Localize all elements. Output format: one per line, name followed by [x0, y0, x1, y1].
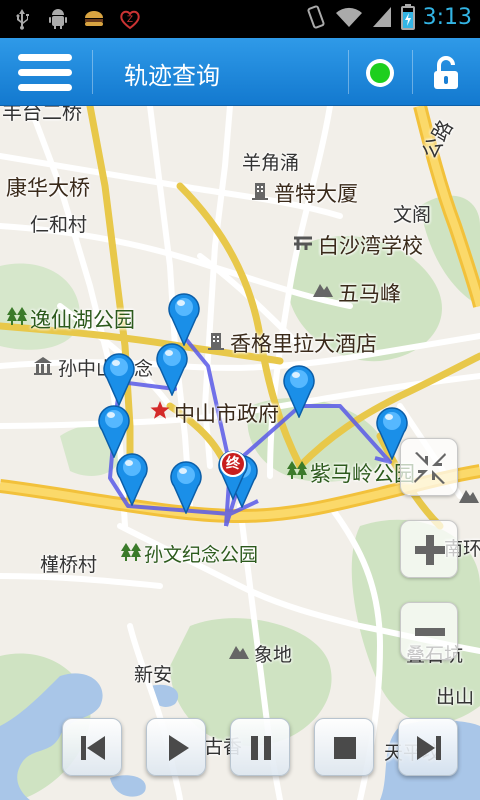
clock: 3:13 [422, 4, 472, 30]
map-label-guiqiao: 槿桥村 [40, 554, 98, 576]
skip-next-icon [417, 736, 441, 760]
status-bar: Z 3:13 [0, 0, 480, 38]
app-screen: Z 3:13 轨迹查询 丰台二桥 康华大桥 仁和村 羊角涌 普特大厦 文阁 白沙… [0, 0, 480, 800]
end-pin-label: 终 [226, 456, 240, 472]
memorial-icon [34, 357, 52, 375]
location-pin-icon[interactable] [167, 292, 201, 346]
location-pin-icon[interactable] [97, 404, 131, 458]
pause-icon [251, 736, 271, 760]
divider [92, 50, 93, 94]
play-icon [169, 735, 189, 761]
collapse-icon [414, 452, 446, 484]
burger-app-icon [85, 11, 103, 26]
park-icon [121, 543, 141, 561]
page-title: 轨迹查询 [124, 62, 220, 90]
map-label-pute: 普特大厦 [274, 182, 358, 206]
map-label-renhe: 仁和村 [30, 214, 88, 236]
park-icon [7, 307, 27, 325]
svg-text:Z: Z [127, 15, 133, 25]
skip-next-button[interactable] [398, 718, 458, 776]
map-label-yixian-park: 逸仙湖公园 [30, 308, 135, 332]
zoom-out-button[interactable] [400, 602, 458, 660]
map-label-chushan: 出山 [436, 686, 475, 708]
status-indicator [370, 63, 390, 83]
android-debug-icon [49, 9, 67, 29]
divider [348, 50, 349, 94]
map-label-wumafeng: 五马峰 [338, 282, 401, 306]
menu-icon[interactable] [18, 54, 72, 92]
map-label-xinan: 新安 [134, 664, 173, 686]
mountain-icon [229, 646, 249, 659]
divider [412, 50, 413, 94]
map-label-xiangdi: 象地 [254, 644, 293, 666]
map-label-bridge: 丰台二桥 [2, 106, 82, 124]
location-pin-icon[interactable] [169, 460, 203, 514]
map-label-city-gov: 中山市政府 [174, 402, 279, 426]
vibrate-icon [307, 5, 325, 29]
map-label-yangjiaochong: 羊角涌 [242, 152, 300, 174]
park-icon [287, 461, 307, 479]
battery-charging-icon [400, 4, 415, 30]
collapse-button[interactable] [400, 438, 458, 496]
stop-icon [334, 737, 356, 759]
zoom-out-icon [415, 628, 445, 636]
location-pin-icon[interactable] [282, 364, 316, 418]
status-dot[interactable] [366, 59, 394, 87]
mountain-icon [313, 284, 333, 297]
building-icon [252, 183, 268, 200]
pause-button[interactable] [230, 718, 290, 776]
wifi-icon [335, 7, 362, 27]
mountain-icon [459, 490, 479, 503]
skip-previous-icon [81, 736, 105, 760]
location-pin-icon[interactable] [102, 352, 136, 406]
hotel-icon [208, 333, 224, 350]
title-bar: 轨迹查询 [0, 38, 480, 106]
map-view[interactable]: 丰台二桥 康华大桥 仁和村 羊角涌 普特大厦 文阁 白沙湾学校 五马峰 逸仙湖公… [0, 106, 480, 800]
play-button[interactable] [146, 718, 206, 776]
map-label-shangri-la: 香格里拉大酒店 [230, 332, 377, 356]
school-icon [294, 236, 312, 250]
map-label-baishawan-school: 白沙湾学校 [318, 234, 423, 258]
zoom-in-icon [415, 535, 445, 565]
end-point-marker[interactable]: 终 [216, 450, 250, 500]
stop-button[interactable] [314, 718, 374, 776]
usb-icon [16, 9, 29, 30]
map-label-kanghua-bridge: 康华大桥 [6, 176, 90, 200]
map-label-wenge: 文阁 [393, 204, 432, 226]
skip-previous-button[interactable] [62, 718, 122, 776]
location-pin-icon[interactable] [115, 452, 149, 506]
map-label-sunwen-park: 孙文纪念公园 [144, 544, 259, 566]
lock-icon[interactable] [431, 56, 461, 90]
notification-z-icon: Z [120, 10, 140, 30]
location-pin-icon[interactable] [155, 342, 189, 396]
zoom-in-button[interactable] [400, 520, 458, 578]
government-star-icon [150, 401, 170, 419]
signal-icon [372, 7, 391, 27]
